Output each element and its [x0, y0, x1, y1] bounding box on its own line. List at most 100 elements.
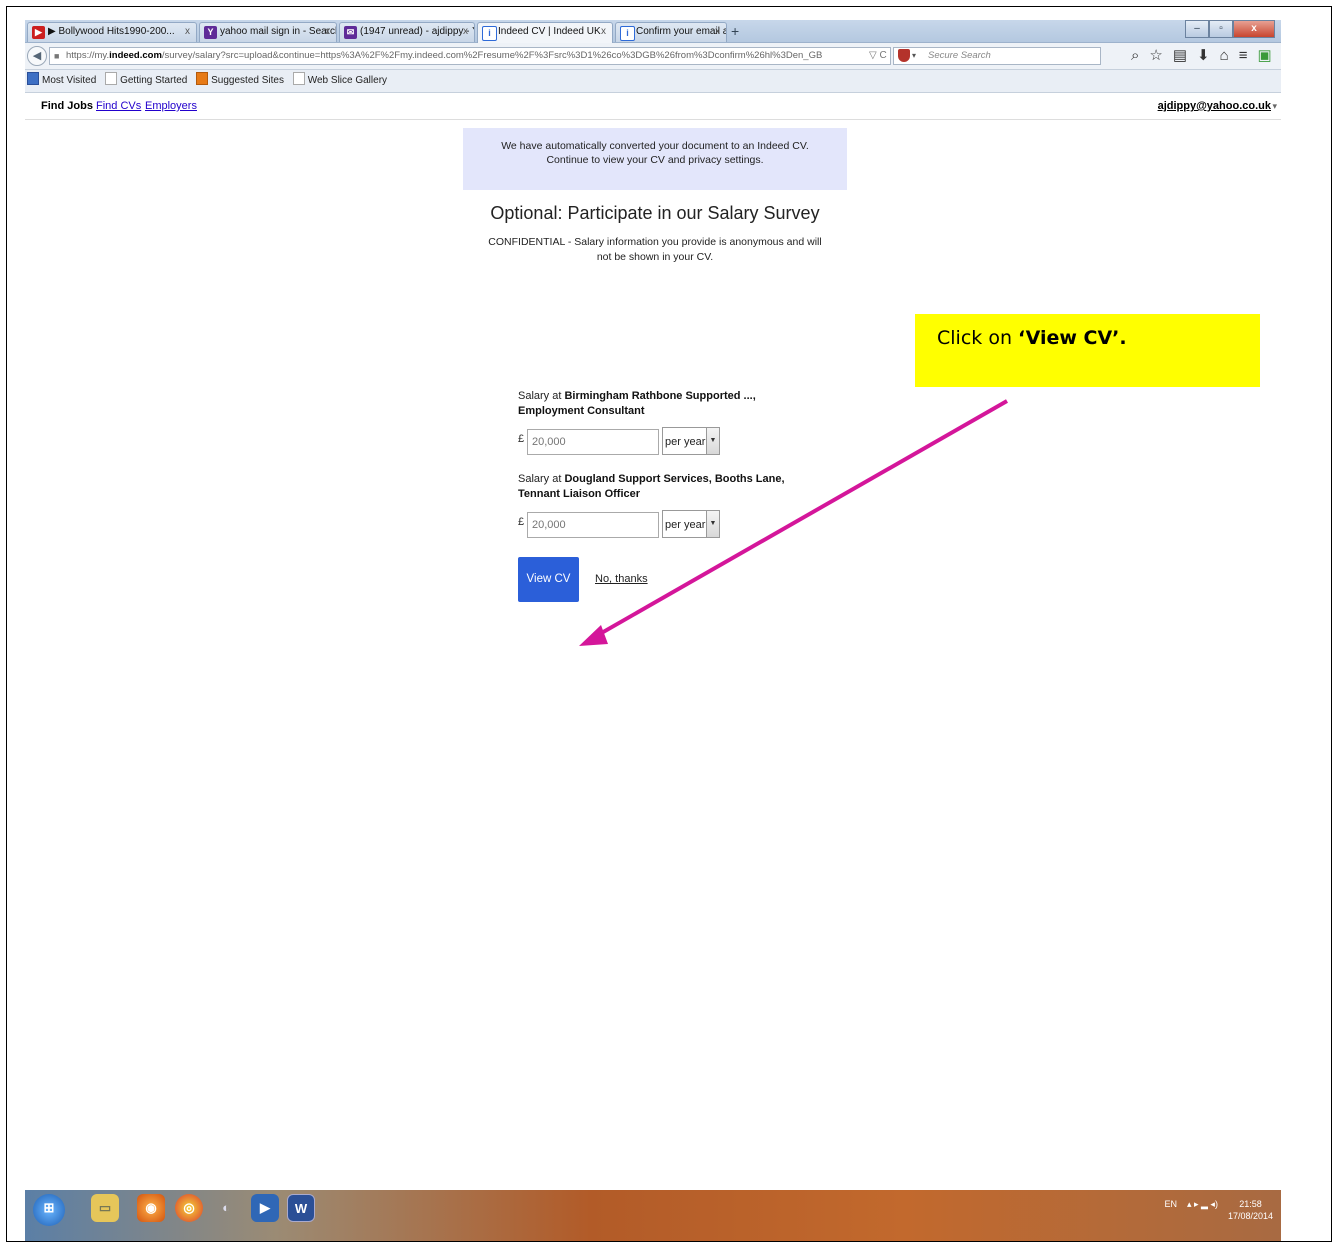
salary-period-select[interactable]: per year ▼ — [662, 427, 720, 455]
minimize-icon[interactable]: – — [1185, 20, 1209, 38]
search-icon[interactable]: ⌕ — [1131, 46, 1139, 66]
chevron-down-icon[interactable]: ▼ — [706, 428, 719, 454]
window-controls: – ▫ x — [1185, 20, 1275, 38]
download-icon[interactable]: ⬇ — [1197, 46, 1210, 66]
addon-icon[interactable]: ▣ — [1257, 46, 1271, 66]
address-bar[interactable]: ■ https://my.indeed.com/survey/salary?sr… — [49, 47, 891, 65]
bookmark-web-slice-gallery[interactable]: Web Slice Gallery — [292, 70, 388, 92]
tab-bar: ▶ ▶ Bollywood Hits1990-200... x Y yahoo … — [25, 20, 1281, 43]
word-icon[interactable]: W — [287, 1194, 315, 1222]
tab-yahoo-search[interactable]: Y yahoo mail sign in - Search... x — [199, 22, 337, 42]
navigation-bar: ◀ ■ https://my.indeed.com/survey/salary?… — [25, 43, 1281, 70]
search-placeholder: Secure Search — [928, 50, 991, 61]
chrome-icon[interactable]: ◎ — [175, 1194, 203, 1222]
employers-link[interactable]: Employers — [145, 93, 197, 119]
tab-indeed-cv[interactable]: i Indeed CV | Indeed UK x — [477, 22, 613, 43]
youtube-app-icon[interactable]: ▶ — [251, 1194, 279, 1222]
tab-close-icon[interactable]: x — [463, 23, 468, 41]
media-player-icon[interactable]: ◐ — [212, 1194, 240, 1222]
salary-period-select[interactable]: per year ▼ — [662, 510, 720, 538]
indeed-icon: i — [482, 26, 497, 41]
bookmark-label: Most Visited — [42, 75, 97, 86]
tab-close-icon[interactable]: x — [185, 23, 190, 41]
bookmarks-bar: Most Visited Getting Started Suggested S… — [25, 70, 1281, 93]
back-arrow-icon[interactable]: ◀ — [27, 46, 47, 66]
conversion-notice: We have automatically converted your doc… — [463, 128, 847, 190]
tray-icons[interactable]: ▴ ▸ ▂ ◂) — [1187, 1198, 1218, 1210]
lock-icon: ■ — [54, 51, 60, 61]
tab-label: ▶ Bollywood Hits1990-200... — [48, 26, 175, 37]
bookmark-label: Web Slice Gallery — [307, 75, 388, 86]
tab-confirm-email[interactable]: i Confirm your email addres... x — [615, 22, 727, 42]
find-cvs-link[interactable]: Find CVs — [96, 93, 141, 119]
menu-icon[interactable]: ≡ — [1239, 46, 1248, 66]
url-prefix: https://my. — [66, 50, 110, 61]
salary-label-2: Salary at Dougland Support Services, Boo… — [518, 472, 818, 502]
bookmark-star-icon[interactable]: ☆ — [1149, 46, 1162, 66]
selected-period: per year — [665, 436, 706, 448]
currency-symbol: £ — [518, 433, 525, 445]
callout-text: Click on — [937, 327, 1019, 349]
screenshot-frame: ▶ ▶ Bollywood Hits1990-200... x Y yahoo … — [6, 6, 1332, 1242]
toolbar-icons: ⌕ ☆ ▤ ⬇ ⌂ ≡ ▣ — [1131, 46, 1272, 66]
tab-label: (1947 unread) - ajdippy - Y... — [360, 26, 475, 37]
bookmark-suggested-sites[interactable]: Suggested Sites — [196, 70, 284, 92]
bookmark-most-visited[interactable]: Most Visited — [27, 70, 96, 92]
selected-period: per year — [665, 519, 706, 531]
language-indicator[interactable]: EN — [1164, 1198, 1177, 1210]
tab-close-icon[interactable]: x — [601, 23, 606, 41]
explorer-icon[interactable]: ▭ — [91, 1194, 119, 1222]
clipboard-icon[interactable]: ▤ — [1173, 46, 1187, 66]
salary-prefix: Salary at — [518, 390, 565, 402]
search-input[interactable]: ▾ Secure Search — [893, 47, 1101, 65]
tab-label: yahoo mail sign in - Search... — [220, 26, 337, 37]
bookmark-getting-started[interactable]: Getting Started — [105, 70, 187, 92]
confidential-note: CONFIDENTIAL - Salary information you pr… — [488, 236, 822, 263]
mail-icon: ✉ — [344, 26, 357, 39]
arrow-head — [579, 625, 608, 646]
tab-bollywood[interactable]: ▶ ▶ Bollywood Hits1990-200... x — [27, 22, 197, 42]
salary-prefix: Salary at — [518, 473, 565, 485]
site-top-nav: Find Jobs Find CVs Employers ajdippy@yah… — [25, 93, 1281, 120]
tab-close-icon[interactable]: x — [325, 23, 330, 41]
browser-window: ▶ ▶ Bollywood Hits1990-200... x Y yahoo … — [25, 20, 1281, 1241]
clock[interactable]: 21:58 17/08/2014 — [1228, 1198, 1273, 1222]
maximize-icon[interactable]: ▫ — [1209, 20, 1233, 38]
survey-title: Optional: Participate in our Salary Surv… — [490, 203, 820, 223]
clock-date: 17/08/2014 — [1227, 1211, 1273, 1221]
search-engine-icon — [898, 49, 910, 62]
tab-yahoo-mail[interactable]: ✉ (1947 unread) - ajdippy - Y... x — [339, 22, 475, 42]
tab-label: Confirm your email addres... — [636, 26, 726, 37]
close-icon[interactable]: x — [1233, 20, 1275, 38]
page-icon — [105, 72, 118, 85]
tab-close-icon[interactable]: x — [715, 23, 720, 41]
no-thanks-link[interactable]: No, thanks — [595, 573, 648, 585]
view-cv-button[interactable]: View CV — [518, 557, 579, 602]
page-icon — [292, 72, 305, 85]
youtube-icon: ▶ — [32, 26, 45, 39]
salary-input[interactable] — [527, 512, 659, 538]
yahoo-icon: Y — [204, 26, 217, 39]
firefox-icon[interactable]: ◉ — [137, 1194, 165, 1222]
currency-symbol: £ — [518, 516, 525, 528]
account-menu[interactable]: ajdippy@yahoo.co.uk — [1158, 93, 1271, 119]
home-icon[interactable]: ⌂ — [1220, 46, 1229, 66]
reload-icon[interactable]: ▽ C — [869, 47, 887, 65]
callout-bold-text: ‘View CV’. — [1018, 327, 1127, 349]
find-jobs-link[interactable]: Find Jobs — [41, 93, 93, 119]
salary-input[interactable] — [527, 429, 659, 455]
bookmark-icon — [27, 72, 39, 85]
chevron-down-icon[interactable]: ▼ — [706, 511, 719, 537]
system-tray: EN ▴ ▸ ▂ ◂) 21:58 17/08/2014 — [1164, 1198, 1273, 1222]
bookmark-label: Getting Started — [120, 75, 188, 86]
salary-label-1: Salary at Birmingham Rathbone Supported … — [518, 389, 818, 419]
instruction-callout: Click on ‘View CV’. — [915, 314, 1260, 387]
suggested-sites-icon — [196, 72, 209, 85]
start-button-icon[interactable]: ⊞ — [33, 1194, 65, 1226]
url-domain: indeed.com — [109, 50, 162, 61]
indeed-icon: i — [620, 26, 635, 41]
chevron-down-icon[interactable]: ▾ — [1272, 93, 1277, 119]
chevron-down-icon[interactable]: ▾ — [912, 48, 916, 64]
tab-label: Indeed CV | Indeed UK — [498, 26, 601, 37]
new-tab-button[interactable]: + — [731, 22, 739, 40]
